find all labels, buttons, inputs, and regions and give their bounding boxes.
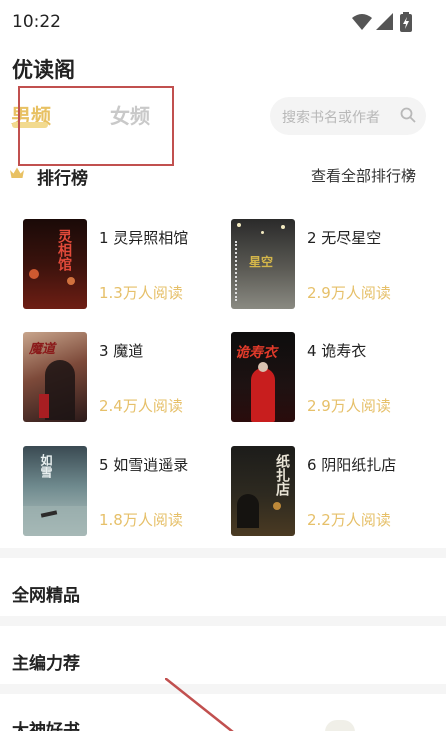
annotation-arrow [165, 678, 234, 731]
book-reads-6: 2.2万人阅读 [307, 511, 391, 529]
book-cover-title-4: 诡寿衣 [235, 345, 277, 361]
floating-button-edge[interactable] [325, 720, 355, 731]
book-cover-title-2: 星空 [249, 255, 274, 269]
book-cover-4[interactable]: 诡寿衣 [231, 332, 295, 422]
signal-icon [376, 13, 393, 30]
book-reads-1: 1.3万人阅读 [99, 284, 183, 302]
book-cover-title-6: 纸扎店 [274, 454, 290, 496]
crown-icon [10, 167, 24, 178]
search-placeholder: 搜索书名或作者 [282, 110, 380, 126]
book-title-4: 4 诡寿衣 [307, 342, 367, 360]
book-title-6: 6 阴阳纸扎店 [307, 456, 397, 474]
ranking-title: 排行榜 [37, 169, 88, 189]
chevron-right-icon[interactable] [406, 168, 414, 180]
book-cover-title-1: 灵相馆 [56, 229, 72, 271]
book-title-5: 5 如雪逍遥录 [99, 456, 189, 474]
book-cover-1[interactable]: 灵相馆 [23, 219, 87, 309]
app-title: 优读阁 [12, 58, 75, 82]
section-divider [0, 616, 446, 626]
ranking-book-5[interactable]: 如雪 5 如雪逍遥录 1.8万人阅读 [23, 446, 223, 536]
book-cover-2[interactable]: 星空 [231, 219, 295, 309]
search-box[interactable]: 搜索书名或作者 [270, 97, 426, 135]
battery-icon [400, 12, 412, 32]
section-title-editor-picks[interactable]: 主编力荐 [12, 649, 80, 674]
section-title-master-books[interactable]: 大神好书 [12, 716, 80, 731]
book-title-1: 1 灵异照相馆 [99, 229, 189, 247]
book-reads-2: 2.9万人阅读 [307, 284, 391, 302]
search-icon [400, 107, 416, 123]
book-title-3: 3 魔道 [99, 342, 144, 360]
see-all-rankings-link[interactable]: 查看全部排行榜 [311, 165, 416, 186]
book-cover-5[interactable]: 如雪 [23, 446, 87, 536]
status-bar: 10:22 [0, 0, 446, 44]
ranking-book-2[interactable]: 星空 2 无尽星空 2.9万人阅读 [231, 219, 431, 309]
book-title-2: 2 无尽星空 [307, 229, 382, 247]
section-divider [0, 548, 446, 558]
status-icons [352, 12, 414, 33]
ranking-book-1[interactable]: 灵相馆 1 灵异照相馆 1.3万人阅读 [23, 219, 223, 309]
book-reads-4: 2.9万人阅读 [307, 397, 391, 415]
book-reads-3: 2.4万人阅读 [99, 397, 183, 415]
annotation-highlight-box [18, 86, 174, 166]
see-all-rankings-label: 查看全部排行榜 [310, 167, 416, 185]
status-time: 10:22 [12, 12, 61, 32]
book-cover-3[interactable]: 魔道 [23, 332, 87, 422]
ranking-book-3[interactable]: 魔道 3 魔道 2.4万人阅读 [23, 332, 223, 422]
book-cover-title-3: 魔道 [29, 342, 56, 357]
ranking-book-4[interactable]: 诡寿衣 4 诡寿衣 2.9万人阅读 [231, 332, 431, 422]
book-cover-6[interactable]: 纸扎店 [231, 446, 295, 536]
section-title-network-picks[interactable]: 全网精品 [12, 581, 80, 606]
book-reads-5: 1.8万人阅读 [99, 511, 183, 529]
book-cover-title-5: 如雪 [39, 454, 53, 478]
wifi-icon [352, 14, 372, 30]
ranking-book-6[interactable]: 纸扎店 6 阴阳纸扎店 2.2万人阅读 [231, 446, 431, 536]
